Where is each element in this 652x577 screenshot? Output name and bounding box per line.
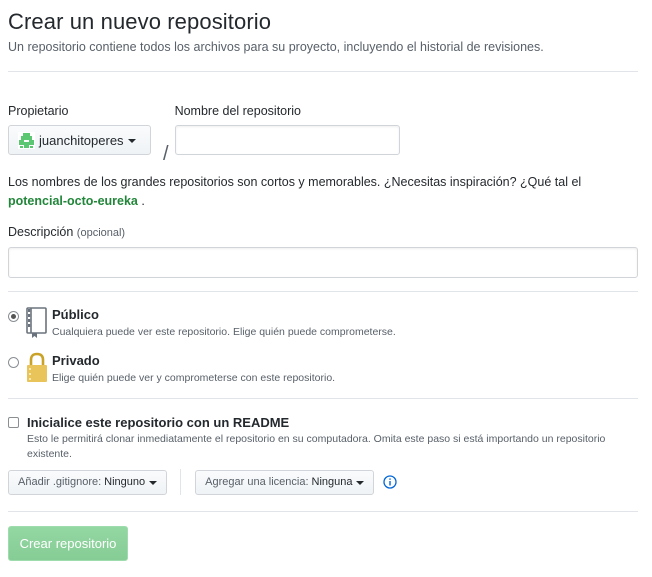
divider (8, 398, 638, 399)
init-readme-checkbox[interactable] (8, 417, 19, 428)
repo-name-hint: Los nombres de los grandes repositorios … (8, 173, 638, 211)
repo-name-group: Nombre del repositorio (174, 104, 405, 155)
chevron-down-icon (356, 481, 365, 485)
identicon-avatar-icon (18, 131, 35, 149)
public-radio[interactable] (8, 311, 19, 322)
repo-name-input[interactable] (174, 125, 400, 155)
gitignore-label: Añadir .gitignore: (18, 476, 102, 488)
owner-name: juanchitoperes (39, 132, 124, 148)
gitignore-select-button[interactable]: Añadir .gitignore: Ninguno (8, 469, 168, 495)
vertical-divider (180, 469, 182, 495)
private-title: Privado (52, 353, 100, 368)
page-subtitle: Un repositorio contiene todos los archiv… (8, 40, 544, 54)
divider (8, 71, 638, 72)
license-value: Ninguna (311, 476, 353, 488)
page-title: Crear un nuevo repositorio (8, 9, 272, 34)
license-label: Agregar una licencia: (205, 476, 309, 488)
info-icon[interactable] (383, 475, 398, 489)
public-title: Público (52, 307, 99, 322)
private-description: Elige quién puede ver y comprometerse co… (52, 372, 336, 384)
repo-name-label: Nombre del repositorio (174, 104, 302, 118)
visibility-option-public[interactable]: Público Cualquiera puede ver este reposi… (8, 306, 638, 352)
gitignore-value: Ninguno (104, 476, 146, 488)
public-description: Cualquiera puede ver este repositorio. E… (52, 326, 396, 338)
description-label-text: Descripción (8, 225, 74, 239)
owner-select-button[interactable]: juanchitoperes (8, 125, 151, 155)
description-optional-label: (opcional) (76, 227, 126, 239)
init-readme-description: Esto le permitirá clonar inmediatamente … (27, 433, 606, 460)
repo-name-suggestion-link[interactable]: potencial-octo-eureka (8, 194, 138, 208)
description-input[interactable] (8, 247, 638, 278)
new-repository-page: Crear un nuevo repositorio Un repositori… (8, 8, 638, 561)
license-select-button[interactable]: Agregar una licencia: Ninguna (195, 469, 375, 495)
owner-repo-row: Propietario juanchitoperes / Nombre del … (8, 104, 638, 164)
visibility-option-private[interactable]: Privado Elige quién puede ver y comprome… (8, 352, 638, 398)
private-radio[interactable] (8, 357, 19, 368)
hint-text: Los nombres de los grandes repositorios … (8, 175, 582, 189)
chevron-down-icon (149, 481, 158, 485)
chevron-down-icon (127, 139, 136, 143)
owner-group: Propietario juanchitoperes (8, 104, 173, 155)
description-label: Descripción (opcional) (8, 225, 638, 239)
create-repository-button[interactable]: Crear repositorio (8, 526, 128, 561)
hint-suffix: . (137, 194, 145, 208)
divider (8, 511, 638, 512)
owner-repo-separator: / (163, 143, 169, 165)
init-readme-title: Inicialice este repositorio con un READM… (27, 415, 290, 430)
lock-icon (27, 352, 47, 382)
divider (8, 291, 638, 292)
repo-book-icon (26, 307, 47, 338)
addons-row: Añadir .gitignore: Ninguno Agregar una l… (8, 469, 398, 495)
init-readme-option[interactable]: Inicialice este repositorio con un READM… (8, 414, 638, 462)
owner-label: Propietario (8, 104, 69, 118)
